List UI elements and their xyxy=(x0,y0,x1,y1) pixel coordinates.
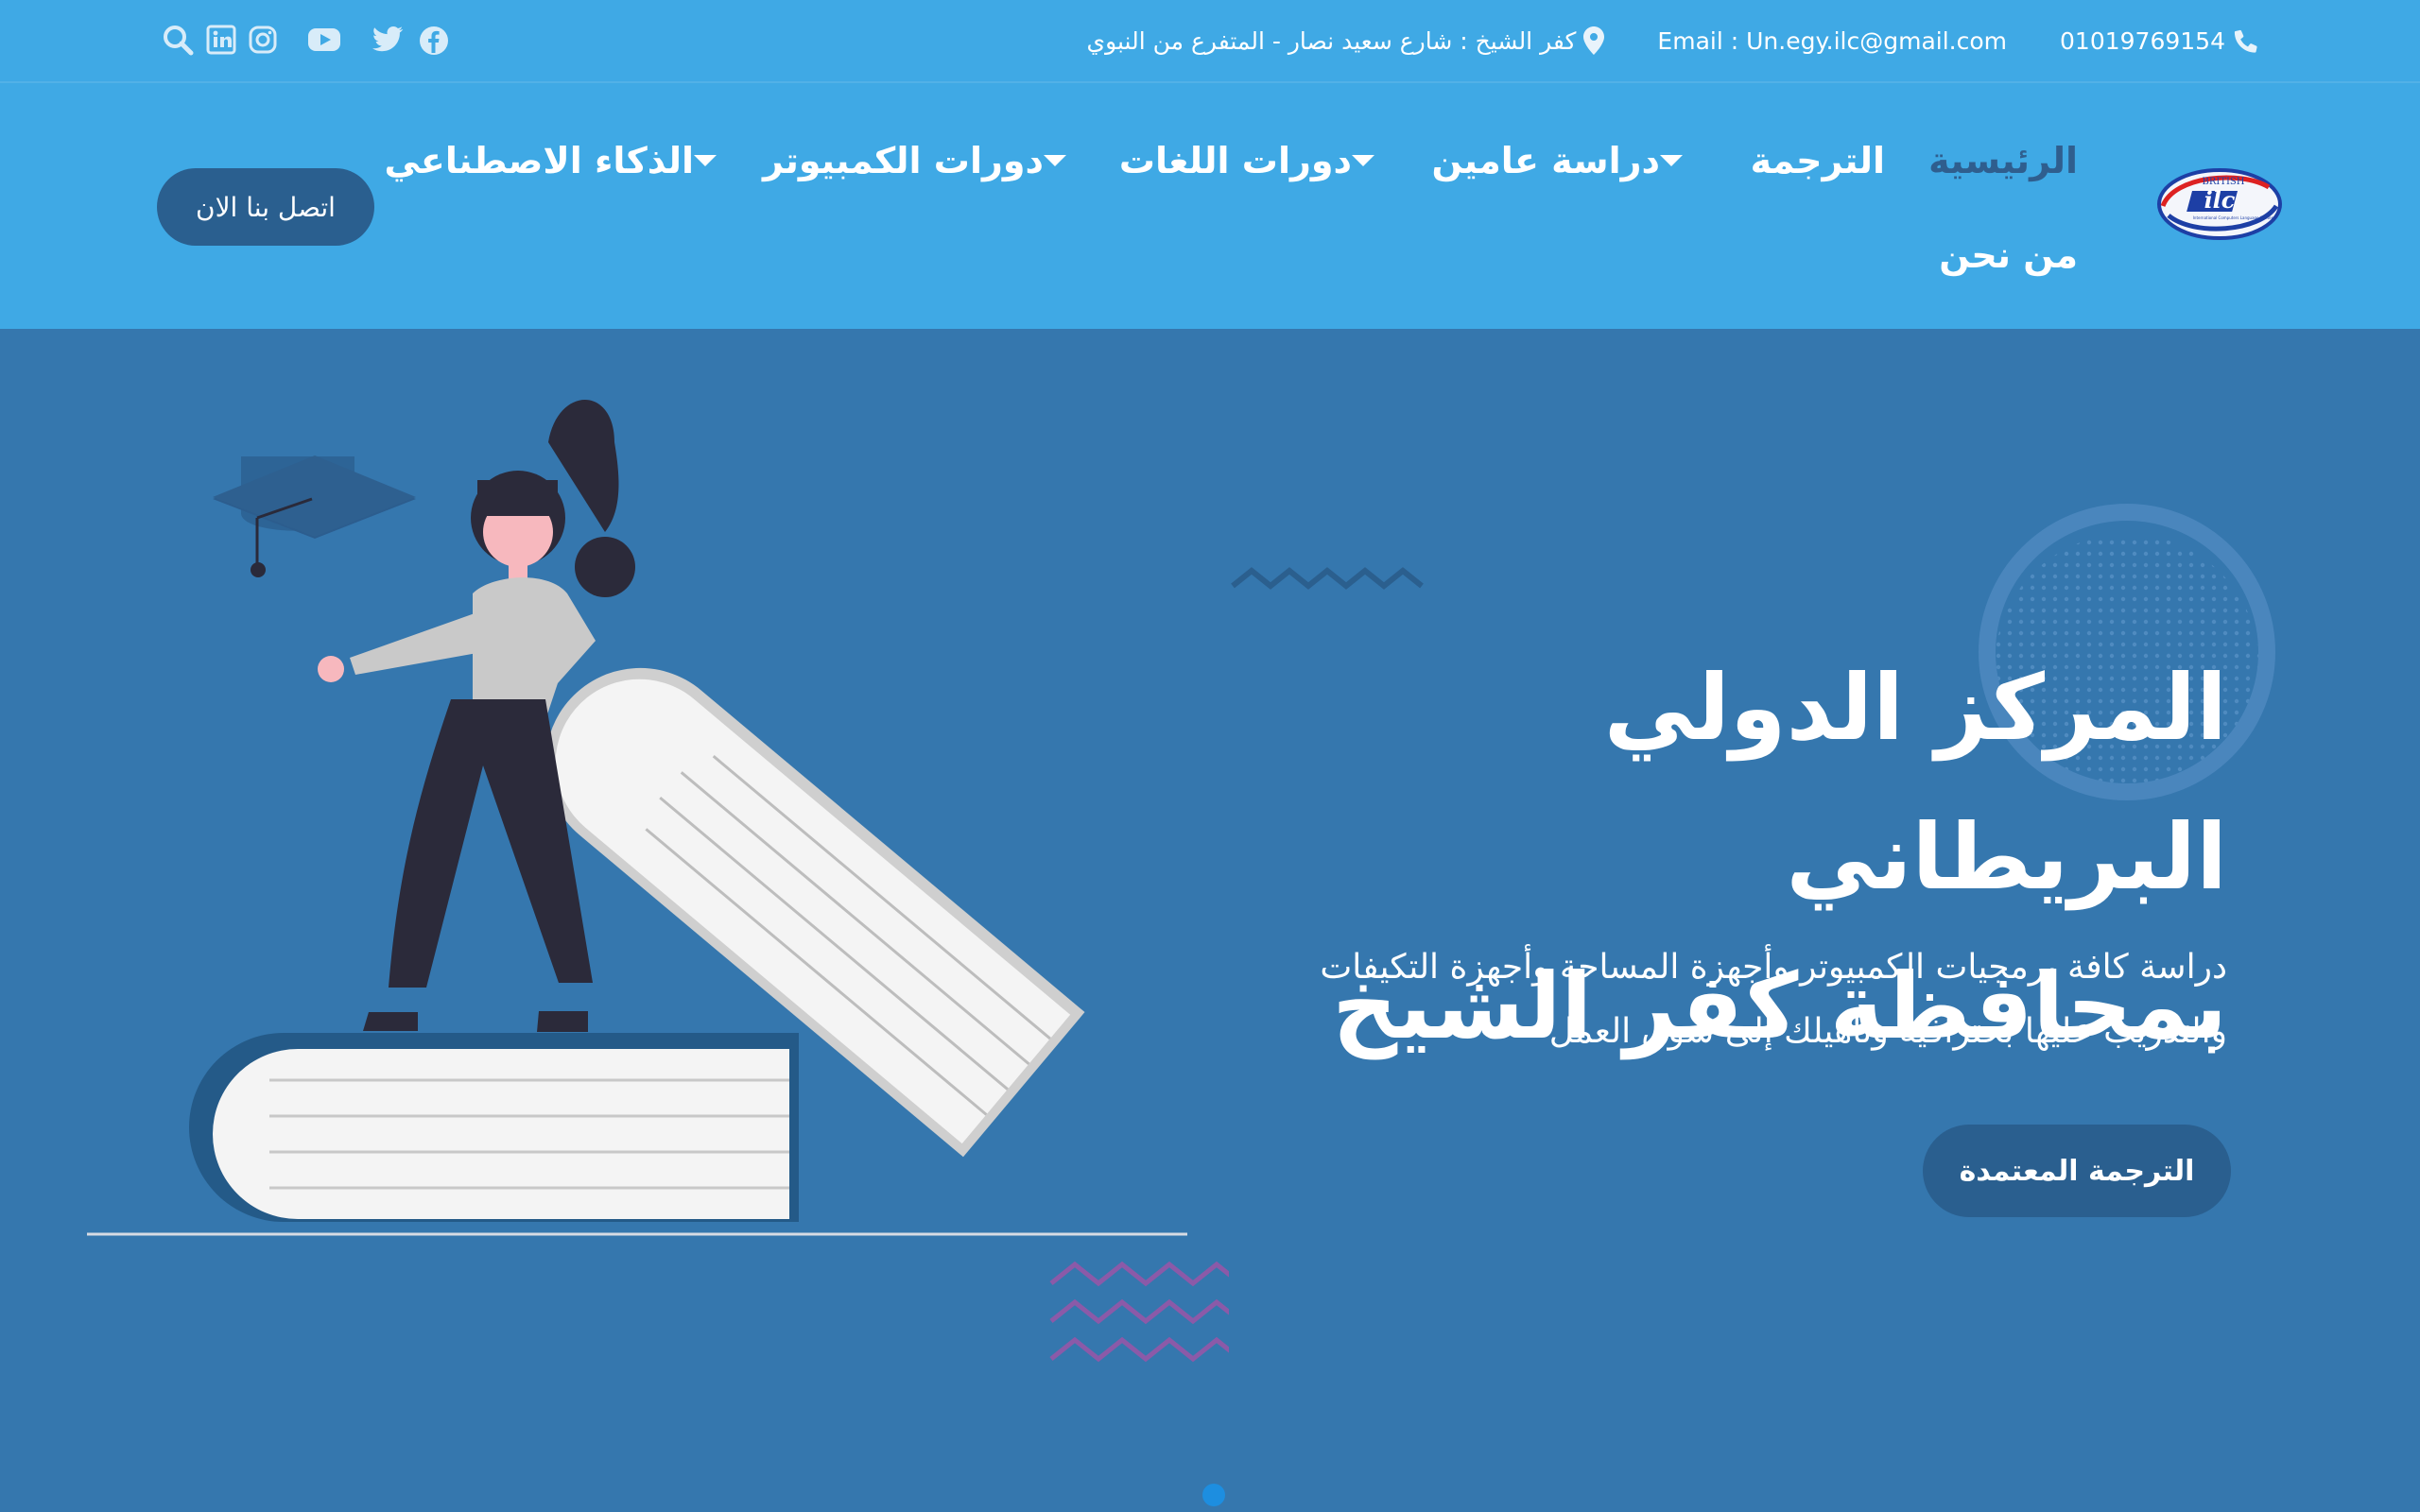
logo-text-bottom: International Computers Language Center xyxy=(2193,215,2273,220)
nav-computer-label: دورات الكمبيوتر xyxy=(762,140,1044,181)
phone-icon xyxy=(2234,29,2257,53)
contact-now-label: اتصل بنا الان xyxy=(196,191,336,223)
nav-translation-label: الترجمة xyxy=(1750,140,1885,181)
address-contact: كفر الشيخ : شارع سعيد نصار - المتفرع من … xyxy=(1087,26,1605,55)
decorative-zigzag-purple xyxy=(1049,1261,1229,1363)
nav-about[interactable]: من نحن xyxy=(1939,227,2078,284)
nav-ai-label: الذكاء الاصطناعي xyxy=(384,140,694,181)
map-marker-icon xyxy=(1583,26,1605,55)
hero-subtitle: دراسة كافة برمجيات الكمبيوتر وأجهزة المس… xyxy=(1093,936,2227,1064)
social-icons xyxy=(0,0,492,81)
chevron-down-icon xyxy=(694,155,717,166)
certified-translation-button[interactable]: الترجمة المعتمدة xyxy=(1923,1125,2231,1217)
top-bar: 01019769154 Email : Un.egy.ilc@gmail.com… xyxy=(0,0,2420,83)
nav-army-study[interactable]: دراسة عامين xyxy=(1431,132,1696,189)
nav-computer[interactable]: دورات الكمبيوتر xyxy=(763,132,1080,189)
phone-contact[interactable]: 01019769154 xyxy=(2060,27,2259,55)
hero-title-line-1: المركز الدولي البريطاني xyxy=(1603,655,2227,910)
hero-subtitle-line-1: دراسة كافة برمجيات الكمبيوتر وأجهزة المس… xyxy=(1320,948,2227,987)
search-icon[interactable] xyxy=(161,23,195,57)
hero-illustration xyxy=(87,400,1229,1363)
logo-mark: ilc xyxy=(2204,186,2236,214)
email-address: Email : Un.egy.ilc@gmail.com xyxy=(1657,26,2008,55)
graduation-cap-icon xyxy=(213,455,416,577)
main-header: BRITISH ilc International Computers Lang… xyxy=(0,83,2420,329)
youtube-icon[interactable] xyxy=(306,25,342,55)
email-contact[interactable]: Email : Un.egy.ilc@gmail.com xyxy=(1657,27,2007,55)
chevron-down-icon xyxy=(1352,155,1374,166)
nav-translation[interactable]: الترجمة xyxy=(1751,132,1885,189)
twitter-icon[interactable] xyxy=(371,25,405,55)
nav-ai[interactable]: الذكاء الاصطناعي xyxy=(384,132,730,189)
contact-now-button[interactable]: اتصل بنا الان xyxy=(157,168,374,246)
chevron-down-icon xyxy=(1660,155,1683,166)
facebook-icon[interactable] xyxy=(418,25,450,57)
phone-number: 01019769154 xyxy=(2060,26,2225,55)
hero-subtitle-line-2: والتدريب عليها بحترافية وتأهيلك إلى سوق … xyxy=(1548,1012,2227,1051)
nav-languages-label: دورات اللغات xyxy=(1118,140,1352,181)
nav-about-label: من نحن xyxy=(1939,234,2078,276)
nav-home[interactable]: الرئيسية xyxy=(1928,132,2078,189)
nav-home-label: الرئيسية xyxy=(1928,140,2078,181)
linkedin-icon[interactable] xyxy=(206,25,236,55)
contact-info: 01019769154 Email : Un.egy.ilc@gmail.com… xyxy=(1087,21,2259,60)
nav-army-study-label: دراسة عامين xyxy=(1431,140,1660,181)
address-text: كفر الشيخ : شارع سعيد نصار - المتفرع من … xyxy=(1086,26,1577,55)
nav-languages[interactable]: دورات اللغات xyxy=(1119,132,1388,189)
chevron-down-icon xyxy=(1044,155,1066,166)
closed-book-illustration xyxy=(189,1033,799,1222)
instagram-icon[interactable] xyxy=(248,25,278,55)
certified-translation-label: الترجمة المعتمدة xyxy=(1959,1154,2195,1188)
site-logo[interactable]: BRITISH ilc International Computers Lang… xyxy=(2155,166,2284,242)
slider-dot[interactable] xyxy=(1202,1484,1225,1506)
